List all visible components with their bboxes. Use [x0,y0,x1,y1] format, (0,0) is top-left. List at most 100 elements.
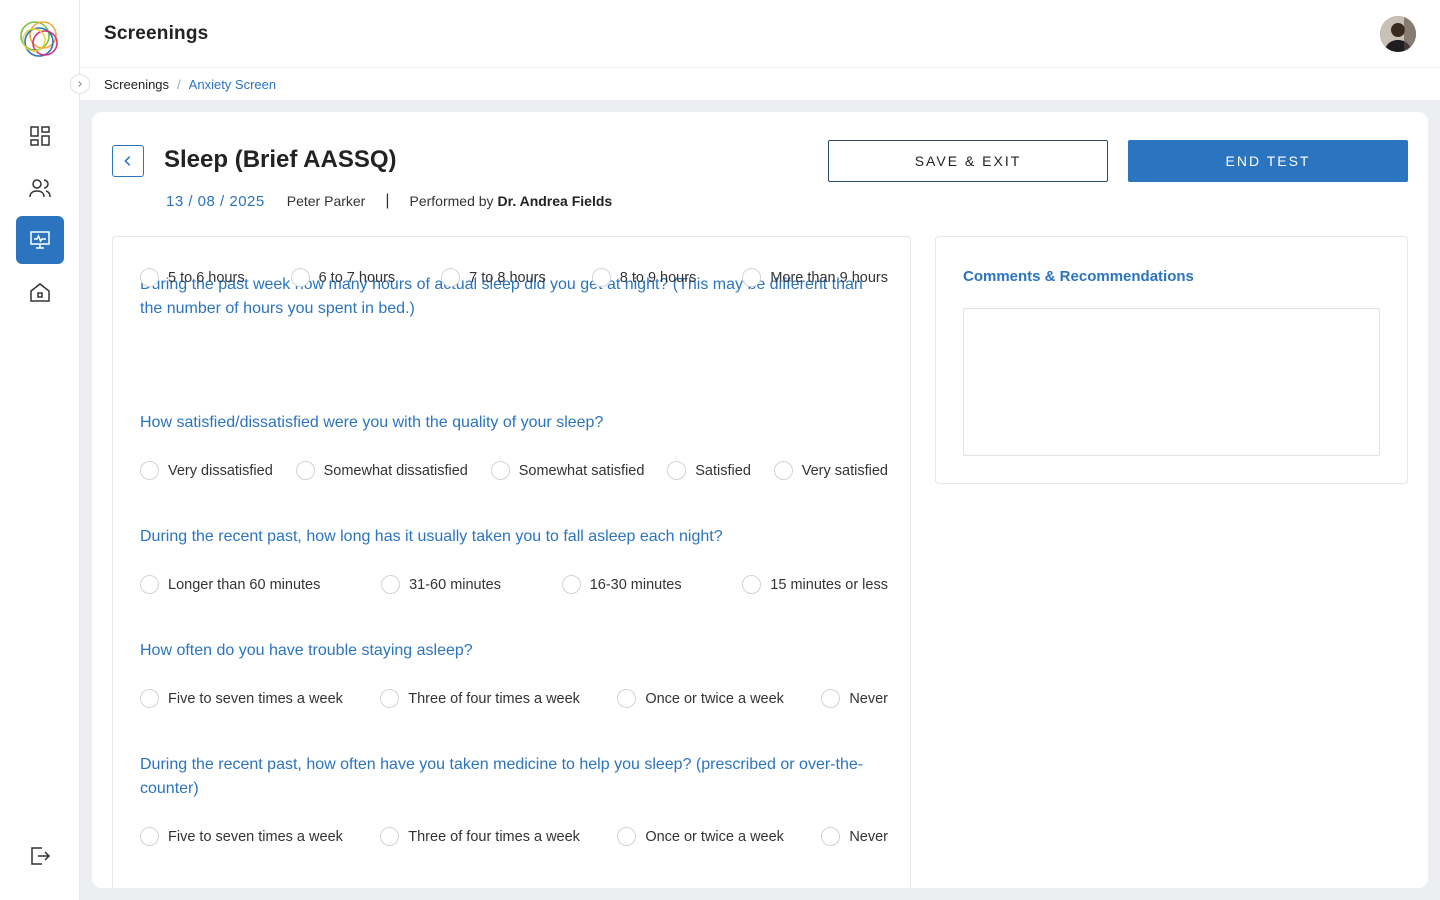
option-label: 15 minutes or less [770,576,888,593]
radio-button[interactable] [140,689,159,708]
question-options: 5 to 6 hours 6 to 7 hours 7 to 8 hours 8… [140,268,888,287]
breadcrumb: Screenings / Anxiety Screen [104,77,276,92]
sidebar-item-dashboard[interactable] [16,112,64,160]
dashboard-icon [30,126,50,146]
meta-divider: | [385,192,390,209]
sidebar-item-patients[interactable] [16,164,64,212]
sidebar-item-home[interactable] [16,268,64,316]
radio-button[interactable] [821,689,841,708]
screening-card: Sleep (Brief AASSQ) 13 / 08 / 2025 Peter… [92,112,1428,888]
page-title: Screenings [104,23,209,44]
chevron-left-icon [124,156,131,166]
radio-button[interactable] [742,268,762,287]
breadcrumb-screenings[interactable]: Screenings [104,77,169,92]
radio-button[interactable] [441,268,461,287]
test-title: Sleep (Brief AASSQ) [164,146,397,173]
brand-logo[interactable] [18,18,62,60]
answer-option[interactable]: Three of four times a week [380,689,580,708]
question-text: During the recent past, how often have y… [140,756,864,797]
question: How often do you have trouble staying as… [140,639,888,708]
option-label: 8 to 9 hours [619,269,697,286]
answer-option[interactable]: Three of four times a week [380,827,580,846]
sidebar [0,0,80,900]
question: How satisfied/dissatisfied were you with… [140,411,888,480]
doctor-name: Dr. Andrea Fields [497,193,613,209]
answer-option[interactable]: 7 to 8 hours [441,268,546,287]
answer-option[interactable]: Once or twice a week [617,827,784,846]
option-label: Three of four times a week [408,828,580,845]
end-test-button[interactable]: END TEST [1128,140,1408,182]
radio-button[interactable] [381,575,401,594]
avatar[interactable] [1380,16,1416,52]
question: During the past week how many hours of a… [140,268,888,321]
answer-option[interactable]: 6 to 7 hours [290,268,396,287]
sidebar-item-screenings[interactable] [16,216,64,264]
breadcrumb-separator: / [177,77,181,92]
answer-option[interactable]: Somewhat satisfied [490,461,645,480]
option-label: Somewhat satisfied [518,462,645,479]
answer-option[interactable]: 8 to 9 hours [591,268,697,287]
question-options: Five to seven times a week Three of four… [140,827,888,846]
option-label: Somewhat dissatisfied [323,462,468,479]
answer-option[interactable]: Once or twice a week [617,689,784,708]
option-label: 7 to 8 hours [469,269,546,286]
comments-label: Comments & Recommendations [963,268,1194,285]
answer-option[interactable]: Satisfied [667,461,751,480]
answer-option[interactable]: Very satisfied [773,461,888,480]
answer-option[interactable]: 15 minutes or less [742,575,888,594]
answer-option[interactable]: Longer than 60 minutes [140,575,320,594]
option-label: Very dissatisfied [168,462,273,479]
option-label: 31-60 minutes [409,576,501,593]
radio-button[interactable] [617,689,637,708]
answer-option[interactable]: Never [821,827,888,846]
answer-option[interactable]: Five to seven times a week [140,827,343,846]
radio-button[interactable] [140,268,159,287]
answer-option[interactable]: More than 9 hours [742,268,888,287]
radio-button[interactable] [380,827,400,846]
radio-button[interactable] [617,827,637,846]
questions-panel: During the past week how many hours of a… [112,236,911,888]
sidebar-toggle-button[interactable] [70,74,90,94]
option-label: 6 to 7 hours [318,269,396,286]
option-label: Never [849,828,888,845]
comments-panel: Comments & Recommendations [935,236,1408,484]
radio-button[interactable] [380,689,400,708]
chevron-right-icon [78,81,82,87]
radio-button[interactable] [821,827,841,846]
save-exit-button[interactable]: SAVE & EXIT [828,140,1108,182]
logout-button[interactable] [16,832,64,880]
answer-option[interactable]: 16-30 minutes [561,575,682,594]
answer-option[interactable]: Somewhat dissatisfied [295,461,468,480]
option-label: Five to seven times a week [168,828,343,845]
answer-option[interactable]: Five to seven times a week [140,689,343,708]
test-date: 13 / 08 / 2025 [166,192,265,210]
radio-button[interactable] [561,575,581,594]
radio-button[interactable] [140,461,159,480]
option-label: 16-30 minutes [589,576,682,593]
option-label: Longer than 60 minutes [168,576,321,593]
radio-button[interactable] [667,461,687,480]
breadcrumb-current[interactable]: Anxiety Screen [189,77,276,92]
question-options: Longer than 60 minutes 31-60 minutes 16-… [140,575,888,594]
radio-button[interactable] [140,575,159,594]
top-bar: Screenings [80,0,1440,68]
radio-button[interactable] [591,268,611,287]
answer-option[interactable]: Never [821,689,888,708]
back-button[interactable] [112,145,144,177]
radio-button[interactable] [140,827,159,846]
performed-by-label: Performed by [409,193,494,209]
option-label: Five to seven times a week [168,690,343,707]
question-text: During the recent past, how long has it … [140,528,723,545]
comments-textarea[interactable] [963,308,1380,456]
test-meta: 13 / 08 / 2025 Peter Parker | Performed … [166,192,612,210]
answer-option[interactable]: 5 to 6 hours [140,268,245,287]
answer-option[interactable]: Very dissatisfied [140,461,273,480]
radio-button[interactable] [295,461,315,480]
radio-button[interactable] [290,268,310,287]
radio-button[interactable] [742,575,762,594]
logout-icon [31,847,51,865]
answer-option[interactable]: 31-60 minutes [381,575,501,594]
radio-button[interactable] [773,461,793,480]
radio-button[interactable] [490,461,510,480]
option-label: Once or twice a week [645,828,784,845]
